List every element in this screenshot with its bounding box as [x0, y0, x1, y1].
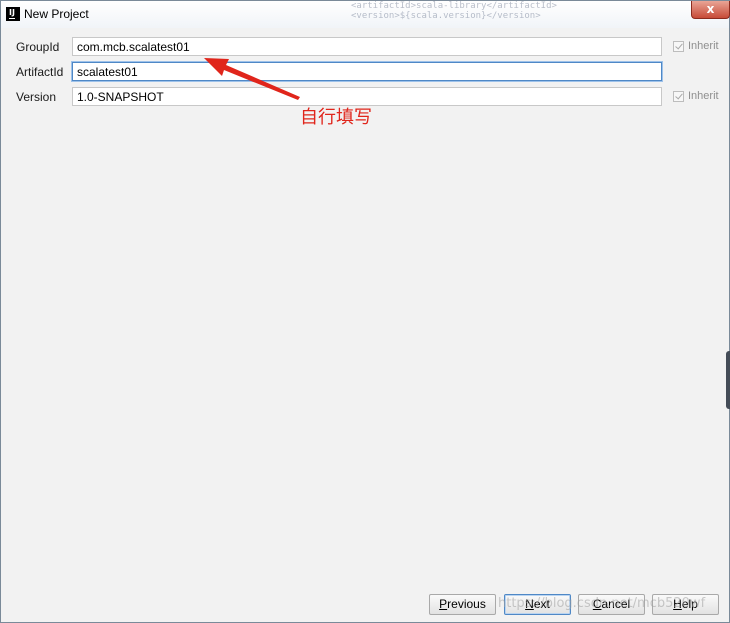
app-icon-text: IJ: [9, 8, 15, 17]
inherit-label: Inherit: [688, 40, 719, 52]
group-id-input[interactable]: [72, 37, 662, 56]
artifact-id-input[interactable]: [72, 62, 662, 81]
cancel-button[interactable]: Cancel: [578, 594, 645, 615]
title-bar: IJ New Project <artifactId>scala-library…: [1, 1, 730, 28]
inherit-label: Inherit: [688, 90, 719, 102]
checkbox-check-icon: [673, 91, 684, 102]
checkbox-check-icon: [673, 41, 684, 52]
new-project-dialog: IJ New Project <artifactId>scala-library…: [0, 0, 730, 623]
window-title: New Project: [24, 7, 89, 21]
version-inherit-checkbox[interactable]: Inherit: [673, 90, 730, 104]
group-id-row: GroupId Inherit: [6, 37, 725, 57]
group-id-inherit-checkbox[interactable]: Inherit: [673, 40, 730, 54]
version-label: Version: [16, 90, 57, 104]
close-button[interactable]: x: [691, 1, 730, 19]
background-code-text: <artifactId>scala-library</artifactId> <…: [351, 1, 557, 21]
scroll-handle[interactable]: [726, 351, 730, 409]
annotation-text: 自行填写: [300, 107, 372, 128]
close-icon: x: [706, 2, 715, 16]
group-id-label: GroupId: [16, 40, 60, 54]
app-icon: IJ: [6, 7, 20, 21]
next-button[interactable]: Next: [504, 594, 571, 615]
artifact-id-label: ArtifactId: [16, 65, 64, 79]
artifact-id-row: ArtifactId: [6, 62, 725, 82]
previous-button[interactable]: Previous: [429, 594, 496, 615]
help-button[interactable]: Help: [652, 594, 719, 615]
red-arrow-icon: [204, 58, 300, 100]
